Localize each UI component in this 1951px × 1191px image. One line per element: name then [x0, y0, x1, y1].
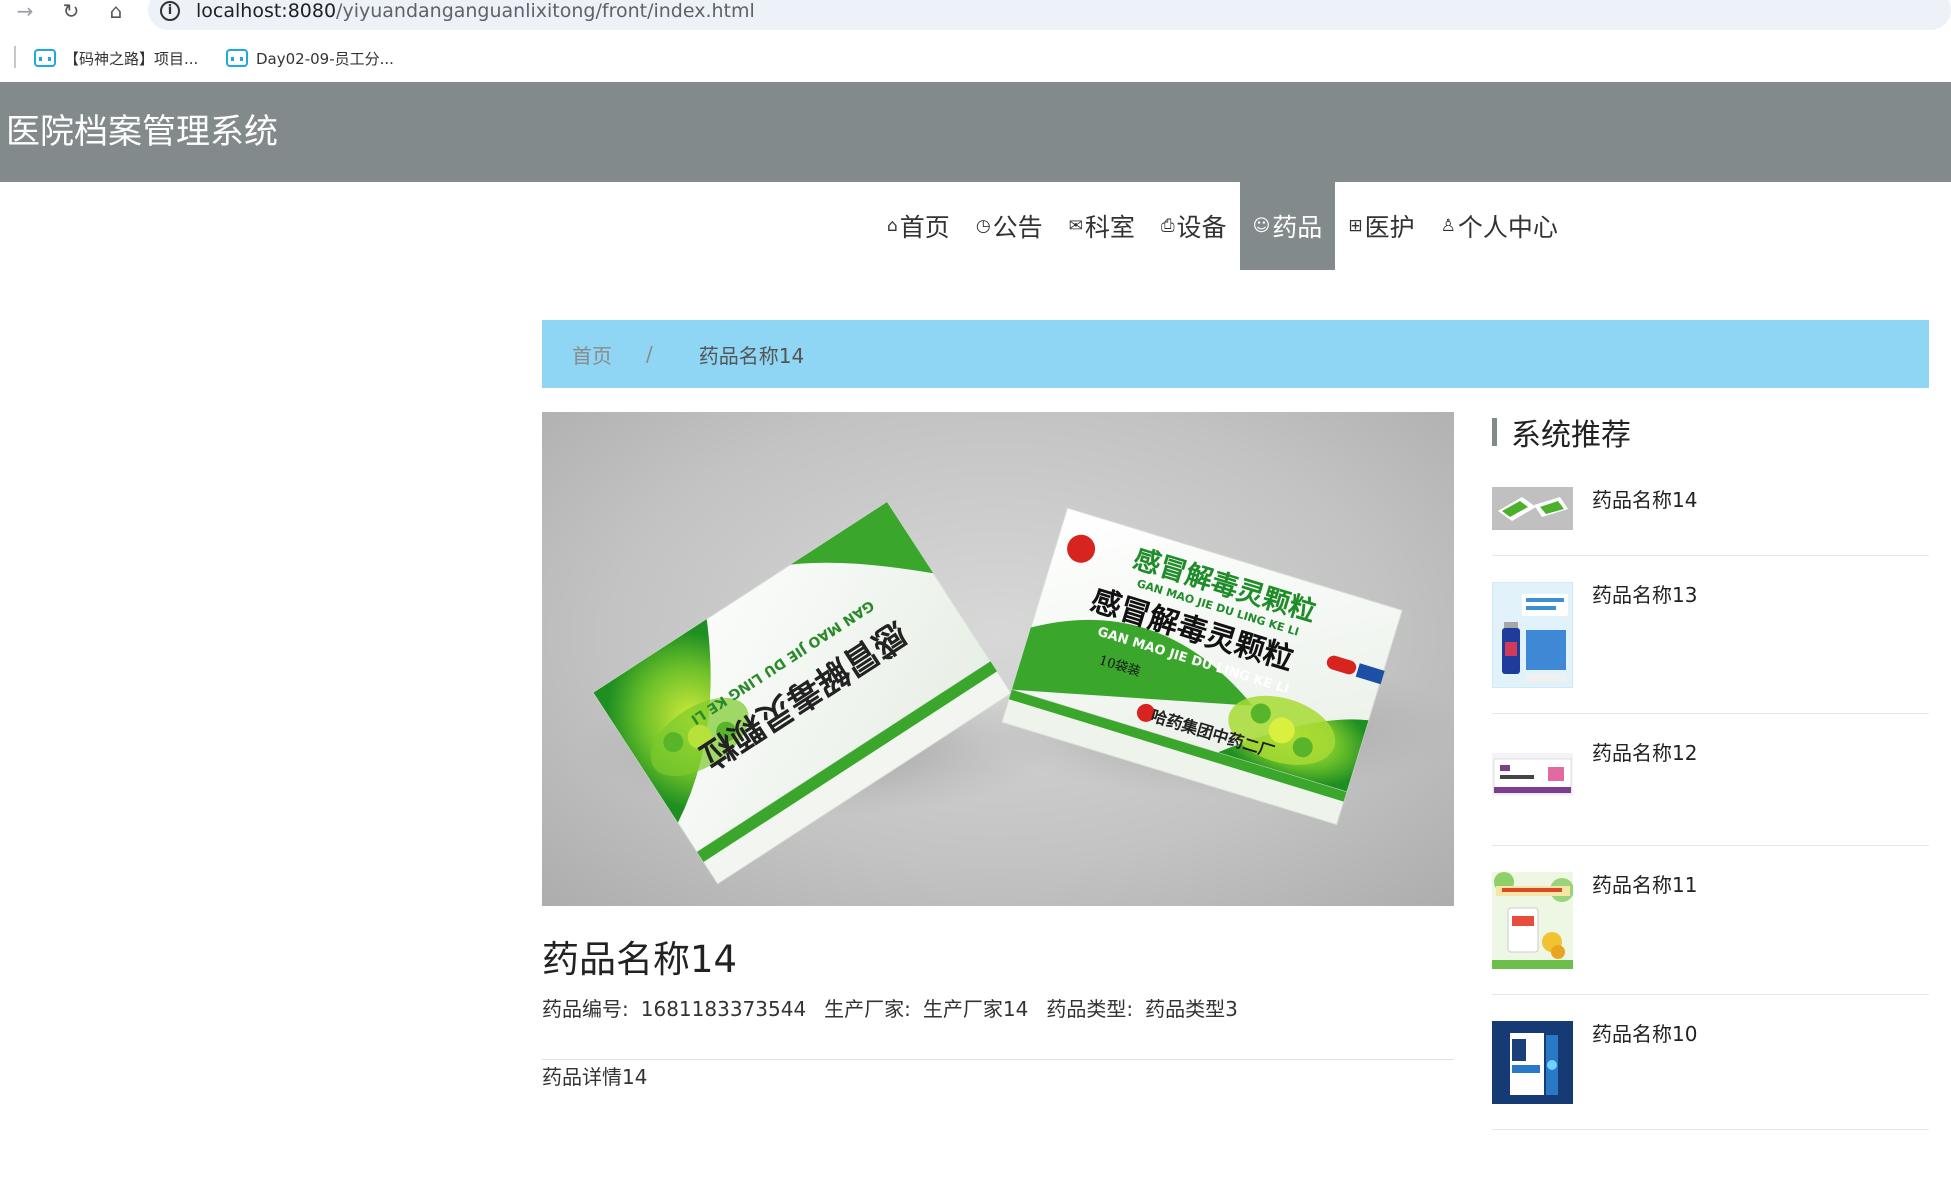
bilibili-icon	[226, 49, 248, 67]
maker-label: 生产厂家:	[824, 997, 911, 1021]
user-icon: ♙	[1440, 216, 1456, 236]
recommend-thumbnail[interactable]	[1492, 487, 1573, 530]
mail-icon: ✉	[1068, 216, 1083, 236]
vitamin-c-thumb	[1492, 872, 1573, 969]
nav-label: 科室	[1084, 213, 1135, 242]
medicine-box-illustration: 感冒解毒灵颗粒 GAN MAO JIE DU LING KE LI 感冒解毒灵颗…	[577, 501, 1454, 885]
blue-bottle-thumb	[1492, 582, 1573, 688]
clock-icon: ◷	[975, 216, 991, 236]
bilibili-icon	[34, 49, 56, 67]
recommend-thumbnail[interactable]	[1492, 1021, 1573, 1104]
breadcrumb-separator: /	[646, 342, 653, 366]
green-boxes-thumb	[1492, 487, 1573, 530]
main-nav: ⌂ 首页 ◷ 公告 ✉ 科室 ⎙ 设备 ☺ 药品 ⊞ 医护 ♙ 个人中心	[874, 182, 1571, 270]
breadcrumb-current: 药品名称14	[698, 343, 805, 368]
recommend-item[interactable]: 药品名称11	[1492, 872, 1929, 995]
detail-meta: 药品编号: 1681183373544 生产厂家: 生产厂家14 药品类型: 药品类型3	[542, 995, 1238, 1023]
maker-value: 生产厂家14	[922, 997, 1029, 1021]
nav-item-medical-staff[interactable]: ⊞ 医护	[1335, 182, 1427, 270]
site-info-icon[interactable]: i	[160, 1, 180, 21]
recommend-name[interactable]: 药品名称13	[1592, 582, 1697, 608]
nav-item-profile[interactable]: ♙ 个人中心	[1428, 182, 1571, 270]
printer-icon: ⎙	[1160, 216, 1175, 236]
home-icon: ⌂	[887, 216, 898, 236]
breadcrumb: 首页 / 药品名称14	[542, 320, 1929, 388]
type-value: 药品类型3	[1145, 997, 1238, 1021]
code-value: 1681183373544	[640, 997, 807, 1021]
recommend-accent-bar	[1492, 418, 1497, 446]
recommend-name[interactable]: 药品名称11	[1592, 872, 1697, 898]
navy-box-thumb	[1492, 1021, 1573, 1104]
nav-item-home[interactable]: ⌂ 首页	[874, 182, 963, 270]
recommend-item[interactable]: 药品名称13	[1492, 582, 1929, 714]
recommend-name[interactable]: 药品名称12	[1592, 740, 1697, 766]
recommend-item[interactable]: 药品名称10	[1492, 1021, 1929, 1130]
recommend-name[interactable]: 药品名称14	[1592, 487, 1697, 513]
nav-label: 首页	[899, 213, 950, 242]
recommend-thumbnail[interactable]	[1492, 753, 1573, 796]
url-text[interactable]: localhost:8080/yiyuandanganguanlixitong/…	[196, 0, 755, 22]
nav-label: 药品	[1272, 213, 1323, 242]
nav-item-equipment[interactable]: ⎙ 设备	[1148, 182, 1240, 270]
breadcrumb-home[interactable]: 首页	[572, 340, 612, 369]
grid-icon: ⊞	[1348, 216, 1363, 236]
bookmark-label: Day02-09-员工分...	[256, 49, 394, 68]
type-label: 药品类型:	[1046, 997, 1134, 1021]
nav-item-department[interactable]: ✉ 科室	[1056, 182, 1148, 270]
recommend-thumbnail[interactable]	[1492, 872, 1573, 969]
site-header	[0, 82, 1951, 182]
nav-label: 个人中心	[1457, 213, 1558, 242]
site-title: 医院档案管理系统	[6, 112, 278, 152]
nav-item-notice[interactable]: ◷ 公告	[963, 182, 1056, 270]
recommend-title: 系统推荐	[1511, 418, 1631, 453]
bookmark-item[interactable]: Day02-09-员工分...	[226, 46, 394, 70]
detail-description: 药品详情14	[542, 1065, 648, 1089]
recommend-name[interactable]: 药品名称10	[1592, 1021, 1697, 1047]
home-icon[interactable]: ⌂	[103, 0, 129, 24]
url-host: localhost:8080	[196, 0, 337, 22]
forward-icon[interactable]: →	[12, 0, 38, 24]
reload-icon[interactable]: ↻	[58, 0, 84, 24]
bookmarks-divider	[14, 46, 16, 68]
bookmark-label: 【码神之路】项目...	[64, 49, 199, 68]
recommend-item[interactable]: 药品名称14	[1492, 487, 1929, 556]
recommend-thumbnail[interactable]	[1492, 582, 1573, 688]
nav-label: 公告	[992, 213, 1043, 242]
purple-box-thumb	[1492, 753, 1573, 796]
bookmark-item[interactable]: 【码神之路】项目...	[34, 46, 198, 70]
detail-divider	[542, 1059, 1454, 1060]
smile-icon: ☺	[1252, 216, 1271, 236]
nav-label: 设备	[1176, 213, 1227, 242]
nav-item-medicine[interactable]: ☺ 药品	[1239, 182, 1336, 270]
product-image: 感冒解毒灵颗粒 GAN MAO JIE DU LING KE LI 感冒解毒灵颗…	[542, 412, 1454, 906]
code-label: 药品编号:	[542, 997, 629, 1021]
browser-address-bar: → ↻ ⌂ i localhost:8080/yiyuandanganguanl…	[0, 0, 1951, 30]
detail-title: 药品名称14	[542, 938, 738, 981]
nav-label: 医护	[1364, 213, 1415, 242]
recommend-item[interactable]: 药品名称12	[1492, 740, 1929, 846]
bookmarks-bar: 【码神之路】项目... Day02-09-员工分...	[0, 30, 1951, 82]
recommend-header: 系统推荐	[1492, 412, 1631, 453]
url-path: /yiyuandanganguanlixitong/front/index.ht…	[336, 0, 755, 22]
